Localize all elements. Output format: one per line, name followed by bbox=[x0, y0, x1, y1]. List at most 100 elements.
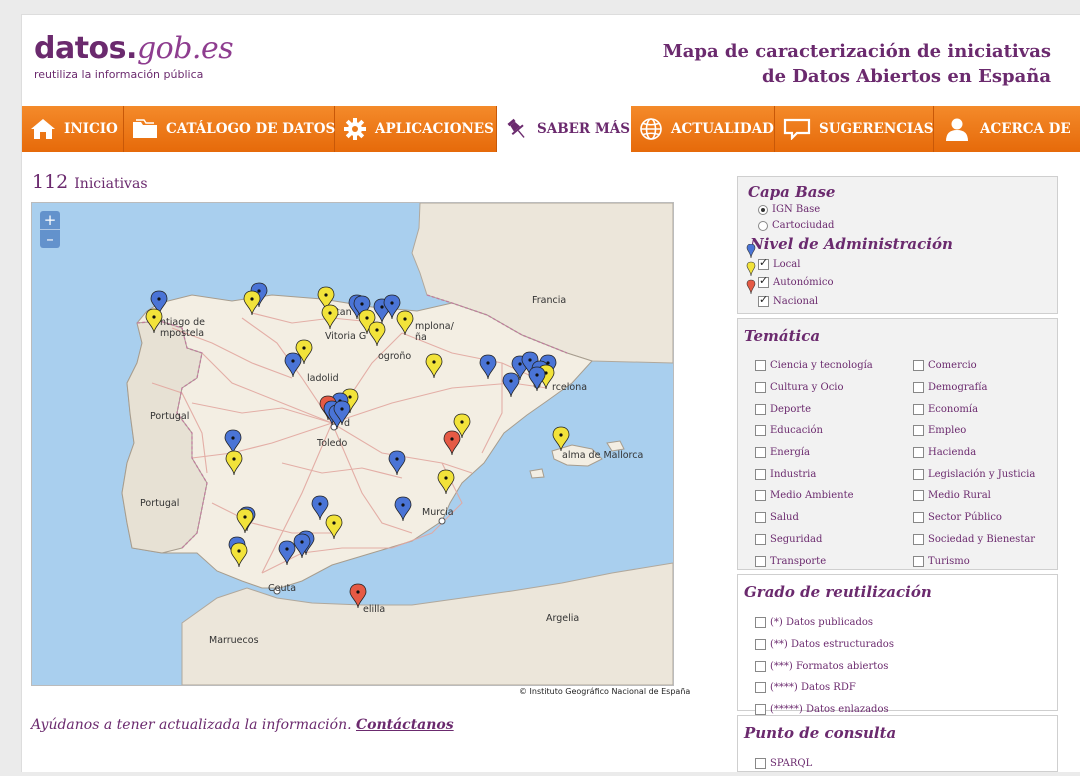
map-label-toledo: Toledo bbox=[316, 438, 348, 449]
checkbox[interactable] bbox=[755, 360, 766, 372]
checkbox[interactable] bbox=[755, 555, 766, 567]
map-label-barcelona: rcelona bbox=[552, 382, 587, 393]
filter-checkbox-item[interactable]: Cultura y Ocio bbox=[755, 377, 873, 399]
filter-checkbox-item[interactable]: Turismo bbox=[913, 550, 1035, 572]
radio-cartociudad[interactable]: Cartociudad bbox=[758, 220, 834, 231]
nav-label: INICIO bbox=[64, 121, 118, 137]
map[interactable]: Francia Portugal Portugal Argelia Marrue… bbox=[31, 202, 674, 686]
filter-checkbox-item[interactable]: Medio Ambiente bbox=[755, 485, 873, 507]
checkbox[interactable] bbox=[913, 403, 924, 415]
checkbox[interactable] bbox=[913, 360, 924, 372]
checkbox[interactable] bbox=[755, 468, 766, 480]
nav-item-saber-mas[interactable]: SABER MÁS bbox=[497, 106, 631, 152]
tematica-panel: Temática Ciencia y tecnología Cultura y O… bbox=[737, 318, 1058, 570]
filter-checkbox-item[interactable]: Salud bbox=[755, 507, 873, 529]
filter-checkbox-item[interactable]: SPARQL bbox=[755, 753, 812, 775]
zoom-out-button[interactable]: – bbox=[40, 229, 60, 248]
filter-checkbox-item[interactable]: Seguridad bbox=[755, 529, 873, 551]
filter-checkbox-item[interactable]: Medio Rural bbox=[913, 485, 1035, 507]
filter-checkbox-item[interactable]: Educación bbox=[755, 420, 873, 442]
gear-icon bbox=[344, 118, 366, 140]
zoom-in-button[interactable]: + bbox=[40, 211, 60, 229]
filter-checkbox-item[interactable]: Industria bbox=[755, 463, 873, 485]
filter-checkbox-item[interactable]: (****) Datos RDF bbox=[755, 677, 894, 699]
filter-checkbox-item[interactable]: Economía bbox=[913, 398, 1035, 420]
checkbox[interactable] bbox=[755, 758, 766, 770]
checkbox-nacional[interactable]: Nacional bbox=[758, 293, 818, 307]
checkbox[interactable] bbox=[758, 293, 769, 307]
checkbox[interactable] bbox=[913, 533, 924, 545]
option-label: Local bbox=[773, 259, 801, 270]
checkbox[interactable] bbox=[758, 256, 769, 270]
checkbox[interactable] bbox=[913, 490, 924, 502]
map-label-madrid: d bbox=[344, 418, 350, 429]
filter-checkbox-item[interactable]: Demografía bbox=[913, 377, 1035, 399]
checkbox[interactable] bbox=[755, 425, 766, 437]
filter-checkbox-item[interactable]: (*) Datos publicados bbox=[755, 612, 894, 634]
map-label-francia: Francia bbox=[532, 295, 566, 306]
checkbox[interactable] bbox=[913, 382, 924, 394]
map-canvas[interactable]: Francia Portugal Portugal Argelia Marrue… bbox=[32, 203, 673, 685]
page-title-line2: de Datos Abiertos en España bbox=[761, 66, 1051, 87]
radio-ign-base[interactable]: IGN Base bbox=[758, 204, 820, 215]
checkbox[interactable] bbox=[755, 490, 766, 502]
filter-checkbox-item[interactable]: Empleo bbox=[913, 420, 1035, 442]
option-label: Sociedad y Bienestar bbox=[928, 533, 1036, 545]
checkbox[interactable] bbox=[758, 274, 769, 288]
option-label: Comercio bbox=[928, 360, 977, 372]
filter-checkbox-item[interactable]: Sociedad y Bienestar bbox=[913, 529, 1035, 551]
nav-item-actualidad[interactable]: ACTUALIDAD bbox=[631, 106, 775, 152]
option-label: Legislación y Justicia bbox=[928, 468, 1036, 480]
option-label: Cultura y Ocio bbox=[770, 382, 844, 394]
option-label: Medio Ambiente bbox=[770, 490, 854, 502]
filter-checkbox-item[interactable]: Transporte bbox=[755, 550, 873, 572]
checkbox-local[interactable]: Local bbox=[758, 256, 801, 270]
map-attribution: © Instituto Geográfico Nacional de Españ… bbox=[519, 687, 691, 696]
checkbox[interactable] bbox=[913, 447, 924, 459]
nav-item-inicio[interactable]: INICIO bbox=[22, 106, 124, 152]
option-label: Economía bbox=[928, 403, 979, 415]
filter-checkbox-item[interactable]: Sector Público bbox=[913, 507, 1035, 529]
checkbox[interactable] bbox=[755, 382, 766, 394]
filter-checkbox-item[interactable]: (**) Datos estructurados bbox=[755, 634, 894, 656]
contact-link[interactable]: Contáctanos bbox=[356, 717, 454, 733]
filter-checkbox-item[interactable]: Ciencia y tecnología bbox=[755, 355, 873, 377]
filter-checkbox-item[interactable]: (***) Formatos abiertos bbox=[755, 655, 894, 677]
checkbox[interactable] bbox=[913, 425, 924, 437]
filter-sidebar: Capa Base IGN Base Cartociudad Nivel de … bbox=[737, 176, 1058, 776]
checkbox-autonomico[interactable]: Autonómico bbox=[758, 274, 833, 288]
logo[interactable]: datos.gob.es reutiliza la información pú… bbox=[34, 33, 234, 82]
checkbox[interactable] bbox=[913, 512, 924, 524]
page-title: Mapa de caracterización de iniciativas d… bbox=[663, 39, 1051, 89]
filter-checkbox-item[interactable]: Legislación y Justicia bbox=[913, 463, 1035, 485]
checkbox[interactable] bbox=[755, 447, 766, 459]
checkbox[interactable] bbox=[913, 555, 924, 567]
filter-checkbox-item[interactable]: Comercio bbox=[913, 355, 1035, 377]
checkbox[interactable] bbox=[755, 660, 766, 672]
radio-button[interactable] bbox=[758, 220, 768, 231]
option-label: Seguridad bbox=[770, 533, 823, 545]
checkbox[interactable] bbox=[755, 682, 766, 694]
checkbox[interactable] bbox=[755, 533, 766, 545]
map-label-pamplona: mplona/ bbox=[415, 321, 455, 332]
grado-list: (*) Datos publicados (**) Datos estructur… bbox=[755, 612, 894, 720]
checkbox[interactable] bbox=[755, 617, 766, 629]
nav-item-aplicaciones[interactable]: APLICACIONES bbox=[335, 106, 497, 152]
checkbox[interactable] bbox=[913, 468, 924, 480]
radio-button[interactable] bbox=[758, 204, 768, 215]
checkbox[interactable] bbox=[755, 639, 766, 651]
option-label: Deporte bbox=[770, 403, 812, 415]
filter-checkbox-item[interactable]: Energía bbox=[755, 442, 873, 464]
count-label: Iniciativas bbox=[74, 176, 148, 192]
main-nav: INICIO CATÁLOGO DE DATOS APLICACIONES SA… bbox=[22, 106, 1080, 152]
filter-checkbox-item[interactable]: Hacienda bbox=[913, 442, 1035, 464]
punto-panel: Punto de consulta SPARQL bbox=[737, 715, 1058, 772]
checkbox[interactable] bbox=[755, 512, 766, 524]
nav-item-sugerencias[interactable]: SUGERENCIAS bbox=[775, 106, 934, 152]
checkbox[interactable] bbox=[755, 403, 766, 415]
logo-tagline: reutiliza la información pública bbox=[34, 68, 204, 81]
nav-item-acerca-de[interactable]: ACERCA DE bbox=[934, 106, 1080, 152]
nav-item-catalogo[interactable]: CATÁLOGO DE DATOS bbox=[124, 106, 335, 152]
checkbox[interactable] bbox=[755, 704, 766, 716]
filter-checkbox-item[interactable]: Deporte bbox=[755, 398, 873, 420]
